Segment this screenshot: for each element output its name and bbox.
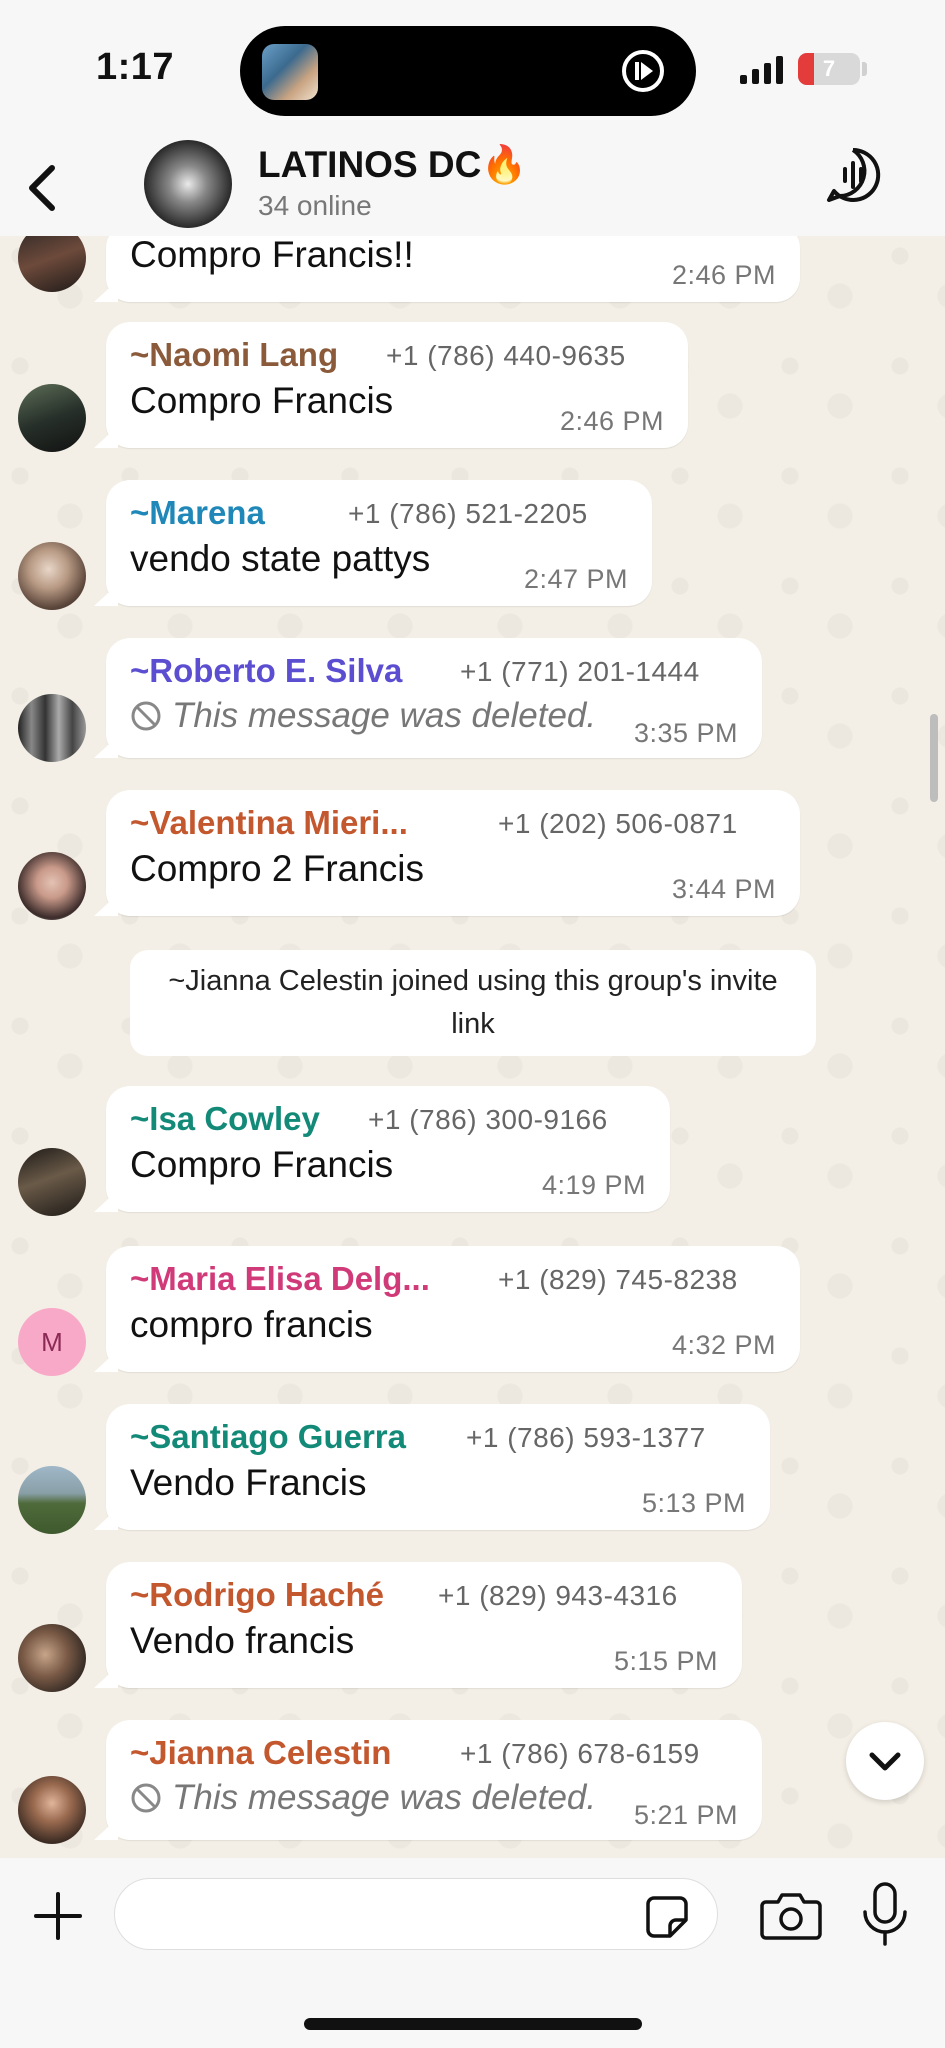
message-time: 5:21 PM (633, 1800, 738, 1830)
message-time: 4:32 PM (671, 1330, 776, 1360)
group-avatar[interactable] (144, 140, 232, 228)
avatar[interactable] (18, 694, 86, 762)
message-text: Compro Francis!! (130, 236, 414, 275)
message-input[interactable] (114, 1878, 718, 1950)
message-text: compro francis (130, 1304, 373, 1345)
avatar[interactable] (18, 852, 86, 920)
deleted-message: This message was deleted. (130, 696, 596, 736)
message-text: Compro Francis (130, 380, 394, 421)
sender-phone: +1 (786) 440-9635 (386, 340, 626, 371)
message-bubble[interactable]: ~Santiago Guerra +1 (786) 593-1377 Vendo… (106, 1404, 770, 1530)
avatar[interactable] (18, 384, 86, 452)
sender-name[interactable]: ~Jianna Celestin (130, 1734, 391, 1772)
sender-name[interactable]: ~Maria Elisa Delg... (130, 1260, 430, 1298)
avatar[interactable] (18, 236, 86, 292)
message-bubble[interactable]: ~Maria Elisa Delg... +1 (829) 745-8238 c… (106, 1246, 800, 1372)
message-bubble[interactable]: ~Jianna Celestin +1 (786) 678-6159 This … (106, 1720, 762, 1840)
avatar-letter: M (41, 1326, 63, 1357)
sender-phone: +1 (786) 678-6159 (460, 1738, 700, 1769)
avatar[interactable] (18, 1466, 86, 1534)
online-count: 34 online (258, 190, 372, 221)
message-bubble[interactable]: ~Isa Cowley +1 (786) 300-9166 Compro Fra… (106, 1086, 670, 1212)
sender-name[interactable]: ~Marena (130, 494, 265, 532)
sender-phone: +1 (786) 593-1377 (466, 1422, 706, 1453)
message-time: 5:15 PM (613, 1646, 718, 1676)
home-indicator[interactable] (304, 2018, 642, 2030)
plus-icon[interactable] (30, 1888, 86, 1944)
message-list[interactable]: Compro Francis!! 2:46 PM ~Naomi Lang +1 … (0, 236, 945, 1858)
sender-name[interactable]: ~Naomi Lang (130, 336, 338, 374)
avatar[interactable]: M (18, 1308, 86, 1376)
sender-name[interactable]: ~Roberto E. Silva (130, 652, 402, 690)
sender-phone: +1 (829) 745-8238 (498, 1264, 738, 1295)
battery-tip (862, 62, 867, 76)
battery-percent: 7 (822, 56, 836, 81)
microphone-icon[interactable] (858, 1882, 912, 1948)
camera-icon[interactable] (760, 1890, 822, 1940)
message-text: Vendo francis (130, 1620, 355, 1661)
message-time: 3:44 PM (671, 874, 776, 904)
group-title[interactable]: LATINOS DC🔥 (258, 144, 527, 187)
message-text: vendo state pattys (130, 538, 431, 579)
sender-phone: +1 (786) 300-9166 (368, 1104, 608, 1135)
message-composer (0, 1858, 945, 2048)
message-text: This message was deleted. (172, 1778, 597, 1817)
deleted-icon (131, 1783, 161, 1813)
sender-phone: +1 (771) 201-1444 (460, 656, 700, 687)
chevron-down-icon (869, 1752, 901, 1771)
play-icon (622, 50, 664, 92)
avatar[interactable] (18, 542, 86, 610)
deleted-icon (131, 701, 161, 731)
now-playing-thumbnail (262, 44, 318, 100)
message-time: 2:46 PM (671, 260, 776, 290)
message-time: 3:35 PM (633, 718, 738, 748)
sender-name[interactable]: ~Santiago Guerra (130, 1418, 406, 1456)
status-bar: 1:17 7 (0, 0, 945, 140)
sticker-icon[interactable] (644, 1894, 690, 1940)
battery-icon: 7 (798, 53, 860, 85)
voice-chat-icon[interactable] (824, 146, 882, 204)
sender-phone: +1 (786) 521-2205 (348, 498, 588, 529)
avatar[interactable] (18, 1776, 86, 1844)
message-bubble[interactable]: Compro Francis!! 2:46 PM (106, 236, 800, 302)
message-time: 2:47 PM (523, 564, 628, 594)
message-bubble[interactable]: ~Valentina Mieri... +1 (202) 506-0871 Co… (106, 790, 800, 916)
message-time: 4:19 PM (541, 1170, 646, 1200)
message-text: Compro Francis (130, 1144, 394, 1185)
avatar[interactable] (18, 1624, 86, 1692)
message-bubble[interactable]: ~Naomi Lang +1 (786) 440-9635 Compro Fra… (106, 322, 688, 448)
message-time: 5:13 PM (641, 1488, 746, 1518)
message-time: 2:46 PM (559, 406, 664, 436)
message-bubble[interactable]: ~Marena +1 (786) 521-2205 vendo state pa… (106, 480, 652, 606)
message-text: Compro 2 Francis (130, 848, 425, 889)
message-bubble[interactable]: ~Rodrigo Haché +1 (829) 943-4316 Vendo f… (106, 1562, 742, 1688)
sender-phone: +1 (202) 506-0871 (498, 808, 738, 839)
status-time: 1:17 (96, 46, 175, 88)
sender-name[interactable]: ~Valentina Mieri... (130, 804, 408, 842)
scroll-to-bottom-button[interactable] (846, 1722, 924, 1800)
avatar[interactable] (18, 1148, 86, 1216)
back-icon[interactable] (18, 160, 68, 216)
sender-name[interactable]: ~Rodrigo Haché (130, 1576, 384, 1614)
dynamic-island[interactable] (240, 26, 696, 116)
chat-header: LATINOS DC🔥 34 online (0, 140, 945, 236)
sender-name[interactable]: ~Isa Cowley (130, 1100, 320, 1138)
deleted-message: This message was deleted. (130, 1778, 596, 1818)
message-text: This message was deleted. (172, 696, 597, 735)
scrollbar[interactable] (930, 714, 938, 802)
message-bubble[interactable]: ~Roberto E. Silva +1 (771) 201-1444 This… (106, 638, 762, 758)
sender-phone: +1 (829) 943-4316 (438, 1580, 678, 1611)
cellular-signal-icon (740, 56, 783, 84)
message-text: Vendo Francis (130, 1462, 367, 1503)
system-message: ~Jianna Celestin joined using this group… (130, 950, 816, 1056)
